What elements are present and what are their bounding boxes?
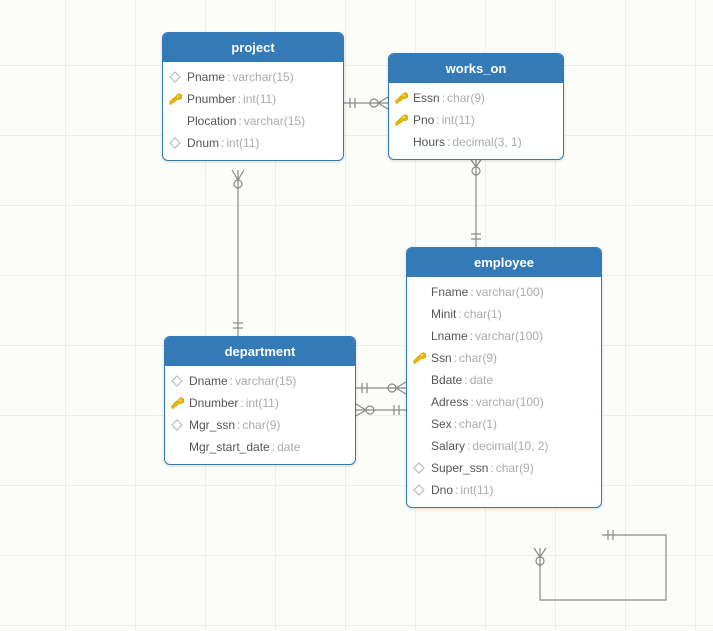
column-type: varchar(15)	[244, 112, 305, 130]
column-name: Hours	[413, 133, 445, 151]
column-name: Essn	[413, 89, 440, 107]
column-row[interactable]: Adress: varchar(100)	[407, 391, 601, 413]
column-type: char(9)	[459, 349, 497, 367]
column-name: Mgr_start_date	[189, 438, 270, 456]
column-name: Plocation	[187, 112, 236, 130]
entity-department[interactable]: department Dname: varchar(15)Dnumber: int…	[164, 336, 356, 465]
entity-title: works_on	[389, 54, 563, 83]
column-type: varchar(15)	[235, 372, 296, 390]
column-name: Adress	[431, 393, 468, 411]
column-list: Pname: varchar(15)Pnumber: int(11)Plocat…	[163, 62, 343, 160]
blank-icon	[411, 328, 427, 344]
blank-icon	[411, 416, 427, 432]
blank-icon	[411, 394, 427, 410]
column-name: Dnumber	[189, 394, 238, 412]
column-row[interactable]: Sex: char(1)	[407, 413, 601, 435]
column-row[interactable]: Ssn: char(9)	[407, 347, 601, 369]
blank-icon	[411, 372, 427, 388]
column-type: int(11)	[460, 481, 493, 499]
column-name: Bdate	[431, 371, 462, 389]
entity-employee[interactable]: employeeFname: varchar(100)Minit: char(1…	[406, 247, 602, 508]
column-type: int(11)	[246, 394, 279, 412]
column-row[interactable]: Pnumber: int(11)	[163, 88, 343, 110]
column-type: varchar(100)	[476, 283, 544, 301]
key-icon	[411, 350, 427, 366]
entity-project[interactable]: project Pname: varchar(15)Pnumber: int(11…	[162, 32, 344, 161]
column-row[interactable]: Dnumber: int(11)	[165, 392, 355, 414]
entity-title: project	[163, 33, 343, 62]
column-list: Essn: char(9)Pno: int(11)Hours: decimal(…	[389, 83, 563, 159]
key-icon	[169, 395, 185, 411]
column-row[interactable]: Minit: char(1)	[407, 303, 601, 325]
blank-icon	[411, 284, 427, 300]
blank-icon	[411, 438, 427, 454]
column-name: Pnumber	[187, 90, 236, 108]
column-name: Ssn	[431, 349, 452, 367]
column-list: Fname: varchar(100)Minit: char(1)Lname: …	[407, 277, 601, 507]
column-name: Dnum	[187, 134, 219, 152]
key-icon	[393, 90, 409, 106]
column-name: Dname	[189, 372, 228, 390]
diamond-icon	[169, 373, 185, 389]
column-name: Pname	[187, 68, 225, 86]
blank-icon	[393, 134, 409, 150]
key-icon	[393, 112, 409, 128]
entity-title: employee	[407, 248, 601, 277]
column-type: varchar(100)	[475, 327, 543, 345]
diamond-icon	[167, 135, 183, 151]
column-name: Lname	[431, 327, 468, 345]
column-name: Salary	[431, 437, 465, 455]
column-name: Pno	[413, 111, 434, 129]
column-row[interactable]: Salary: decimal(10, 2)	[407, 435, 601, 457]
column-row[interactable]: Plocation: varchar(15)	[163, 110, 343, 132]
key-icon	[167, 91, 183, 107]
column-name: Dno	[431, 481, 453, 499]
column-name: Minit	[431, 305, 456, 323]
column-type: char(9)	[447, 89, 485, 107]
column-type: varchar(100)	[476, 393, 544, 411]
column-row[interactable]: Mgr_ssn: char(9)	[165, 414, 355, 436]
column-row[interactable]: Dname: varchar(15)	[165, 370, 355, 392]
column-row[interactable]: Pname: varchar(15)	[163, 66, 343, 88]
column-list: Dname: varchar(15)Dnumber: int(11)Mgr_ss…	[165, 366, 355, 464]
entity-works_on[interactable]: works_onEssn: char(9)Pno: int(11)Hours: …	[388, 53, 564, 160]
relationship-lines	[0, 0, 713, 631]
column-type: int(11)	[243, 90, 276, 108]
diamond-icon	[169, 417, 185, 433]
column-type: int(11)	[226, 134, 259, 152]
column-type: char(9)	[496, 459, 534, 477]
column-type: date	[277, 438, 300, 456]
diamond-icon	[411, 482, 427, 498]
column-type: char(9)	[242, 416, 280, 434]
blank-icon	[411, 306, 427, 322]
column-type: char(1)	[464, 305, 502, 323]
column-type: decimal(3, 1)	[452, 133, 521, 151]
column-row[interactable]: Bdate: date	[407, 369, 601, 391]
column-row[interactable]: Dnum: int(11)	[163, 132, 343, 154]
column-row[interactable]: Hours: decimal(3, 1)	[389, 131, 563, 153]
column-name: Mgr_ssn	[189, 416, 235, 434]
column-type: varchar(15)	[232, 68, 293, 86]
column-row[interactable]: Lname: varchar(100)	[407, 325, 601, 347]
column-type: decimal(10, 2)	[472, 437, 548, 455]
blank-icon	[169, 439, 185, 455]
column-row[interactable]: Fname: varchar(100)	[407, 281, 601, 303]
column-row[interactable]: Dno: int(11)	[407, 479, 601, 501]
column-row[interactable]: Essn: char(9)	[389, 87, 563, 109]
column-name: Super_ssn	[431, 459, 488, 477]
column-row[interactable]: Super_ssn: char(9)	[407, 457, 601, 479]
column-name: Fname	[431, 283, 468, 301]
column-type: char(1)	[459, 415, 497, 433]
blank-icon	[167, 113, 183, 129]
column-name: Sex	[431, 415, 452, 433]
entity-title: department	[165, 337, 355, 366]
diamond-icon	[411, 460, 427, 476]
column-row[interactable]: Mgr_start_date: date	[165, 436, 355, 458]
column-type: int(11)	[442, 111, 475, 129]
column-row[interactable]: Pno: int(11)	[389, 109, 563, 131]
diamond-icon	[167, 69, 183, 85]
column-type: date	[470, 371, 493, 389]
